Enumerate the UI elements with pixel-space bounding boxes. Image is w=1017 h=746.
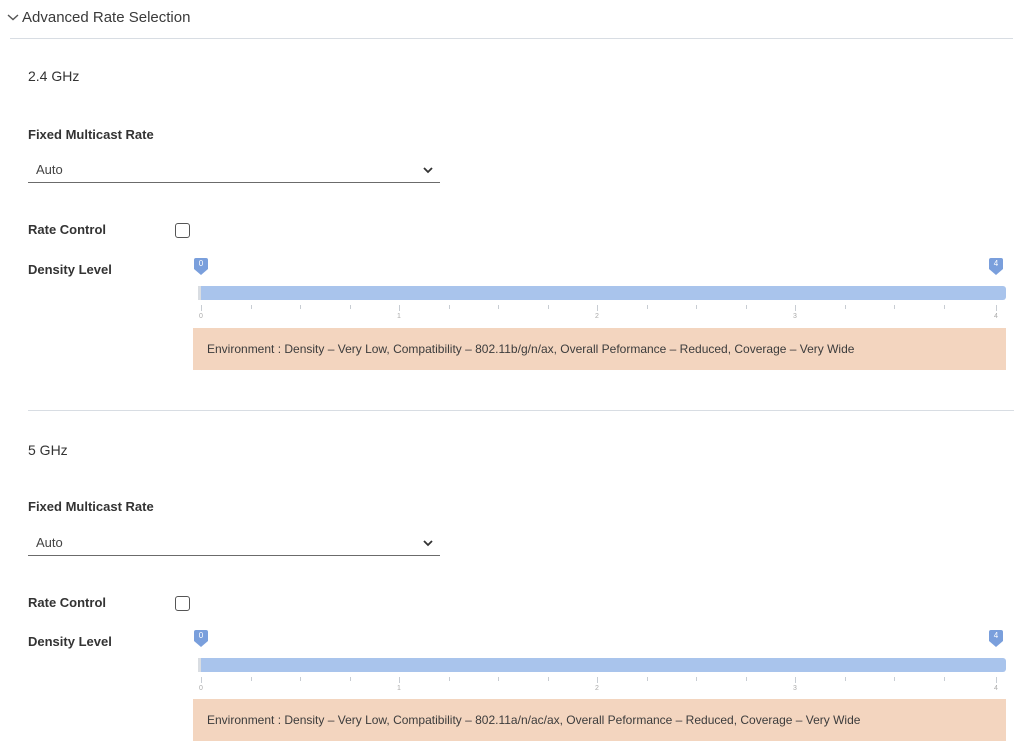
select-value: Auto bbox=[36, 535, 63, 550]
slider-tick bbox=[944, 677, 945, 681]
density-level-slider-track[interactable] bbox=[198, 658, 1006, 672]
slider-tick bbox=[647, 305, 648, 309]
slider-tick-label: 4 bbox=[994, 685, 998, 692]
slider-tick bbox=[300, 305, 301, 309]
section-title: Advanced Rate Selection bbox=[22, 8, 191, 26]
slider-tick bbox=[399, 677, 400, 683]
slider-tick bbox=[746, 305, 747, 309]
slider-tick bbox=[350, 677, 351, 681]
density-level-label: Density Level bbox=[28, 262, 112, 277]
slider-min-handle[interactable]: 0 bbox=[194, 258, 208, 275]
slider-tick bbox=[845, 677, 846, 681]
slider-tick-label: 0 bbox=[199, 313, 203, 320]
slider-tick bbox=[498, 677, 499, 681]
slider-tick-label: 2 bbox=[595, 313, 599, 320]
slider-tick bbox=[597, 677, 598, 683]
chevron-down-icon bbox=[6, 10, 20, 24]
slider-tick bbox=[996, 677, 997, 683]
slider-tick-label: 1 bbox=[397, 685, 401, 692]
slider-tick bbox=[449, 305, 450, 309]
slider-max-handle[interactable]: 4 bbox=[989, 258, 1003, 275]
slider-tick bbox=[894, 305, 895, 309]
slider-tick bbox=[548, 677, 549, 681]
density-level-slider-track[interactable] bbox=[198, 286, 1006, 300]
environment-info-box: Environment : Density – Very Low, Compat… bbox=[193, 328, 1006, 370]
slider-tick-label: 2 bbox=[595, 685, 599, 692]
slider-tick bbox=[251, 305, 252, 309]
slider-tick-label: 4 bbox=[994, 313, 998, 320]
header-divider bbox=[10, 38, 1013, 39]
slider-tick bbox=[647, 677, 648, 681]
slider-tick bbox=[201, 305, 202, 311]
slider-tick-label: 3 bbox=[793, 313, 797, 320]
fixed-multicast-rate-label: Fixed Multicast Rate bbox=[28, 127, 154, 142]
slider-tick bbox=[300, 677, 301, 681]
environment-text: Environment : Density – Very Low, Compat… bbox=[207, 713, 861, 727]
slider-tick bbox=[201, 677, 202, 683]
slider-tick bbox=[746, 677, 747, 681]
slider-tick bbox=[548, 305, 549, 309]
slider-tick bbox=[944, 305, 945, 309]
slider-max-value: 4 bbox=[993, 631, 999, 640]
chevron-down-icon bbox=[422, 163, 434, 175]
fixed-multicast-rate-select[interactable]: Auto bbox=[28, 530, 440, 556]
density-level-label: Density Level bbox=[28, 634, 112, 649]
slider-tick bbox=[449, 677, 450, 681]
slider-track-start bbox=[198, 658, 201, 672]
select-value: Auto bbox=[36, 162, 63, 177]
slider-tick bbox=[350, 305, 351, 309]
slider-tick-label: 1 bbox=[397, 313, 401, 320]
slider-tick bbox=[399, 305, 400, 311]
slider-tick-label: 0 bbox=[199, 685, 203, 692]
slider-min-handle[interactable]: 0 bbox=[194, 630, 208, 647]
slider-tick bbox=[894, 677, 895, 681]
environment-text: Environment : Density – Very Low, Compat… bbox=[207, 342, 855, 356]
slider-tick bbox=[795, 677, 796, 683]
fixed-multicast-rate-label: Fixed Multicast Rate bbox=[28, 499, 154, 514]
slider-tick bbox=[845, 305, 846, 309]
environment-info-box: Environment : Density – Very Low, Compat… bbox=[193, 699, 1006, 741]
band-title-2-4ghz: 2.4 GHz bbox=[28, 68, 80, 84]
slider-tick bbox=[696, 677, 697, 681]
slider-tick bbox=[696, 305, 697, 309]
slider-track-start bbox=[198, 286, 201, 300]
slider-tick bbox=[795, 305, 796, 311]
slider-tick bbox=[996, 305, 997, 311]
band-title-5ghz: 5 GHz bbox=[28, 442, 68, 458]
slider-tick bbox=[251, 677, 252, 681]
fixed-multicast-rate-select[interactable]: Auto bbox=[28, 157, 440, 183]
slider-tick-label: 3 bbox=[793, 685, 797, 692]
slider-max-handle[interactable]: 4 bbox=[989, 630, 1003, 647]
rate-control-label: Rate Control bbox=[28, 595, 106, 610]
section-header[interactable]: Advanced Rate Selection bbox=[6, 6, 190, 28]
slider-max-value: 4 bbox=[993, 259, 999, 268]
band-divider bbox=[28, 410, 1014, 411]
rate-control-label: Rate Control bbox=[28, 222, 106, 237]
slider-tick bbox=[597, 305, 598, 311]
rate-control-checkbox[interactable] bbox=[175, 223, 190, 238]
slider-min-value: 0 bbox=[198, 631, 204, 640]
slider-min-value: 0 bbox=[198, 259, 204, 268]
chevron-down-icon bbox=[422, 536, 434, 548]
rate-control-checkbox[interactable] bbox=[175, 596, 190, 611]
slider-tick bbox=[498, 305, 499, 309]
